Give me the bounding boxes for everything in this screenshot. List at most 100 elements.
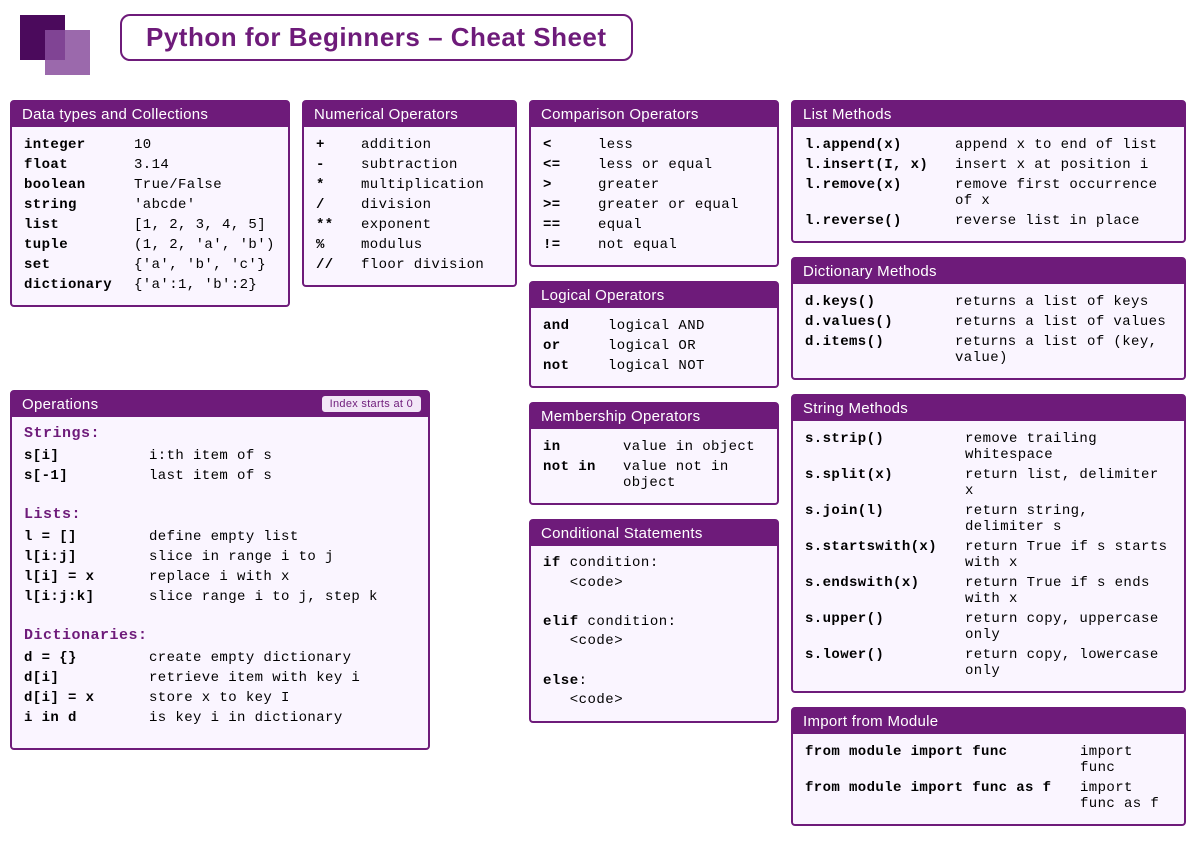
section-title: Strings: xyxy=(24,425,416,442)
row-key: or xyxy=(543,338,608,354)
logo-icon xyxy=(20,10,100,80)
table-row: l[i:j:k]slice range i to j, step k xyxy=(24,587,416,607)
table-row: >greater xyxy=(543,175,765,195)
row-value: return True if s ends with x xyxy=(965,575,1172,607)
table-row: d.items()returns a list of (key, value) xyxy=(805,332,1172,368)
row-key: ** xyxy=(316,217,361,233)
table-row: set{'a', 'b', 'c'} xyxy=(24,255,276,275)
table-row: l[i:j]slice in range i to j xyxy=(24,547,416,567)
row-value: retrieve item with key i xyxy=(149,670,416,686)
row-key: d[i] = x xyxy=(24,690,149,706)
card-memops: Membership Operators invalue in objectno… xyxy=(529,402,779,505)
row-key: <= xyxy=(543,157,598,173)
row-value: is key i in dictionary xyxy=(149,710,416,726)
table-row: //floor division xyxy=(316,255,503,275)
card-title: Operations xyxy=(22,396,98,413)
row-key: integer xyxy=(24,137,134,153)
row-key: >= xyxy=(543,197,598,213)
row-value: value in object xyxy=(623,439,765,455)
row-key: / xyxy=(316,197,361,213)
card-listmethods: List Methods l.append(x)append x to end … xyxy=(791,100,1186,243)
row-key: + xyxy=(316,137,361,153)
row-key: == xyxy=(543,217,598,233)
row-value: addition xyxy=(361,137,503,153)
row-value: return copy, uppercase only xyxy=(965,611,1172,643)
table-row: -subtraction xyxy=(316,155,503,175)
row-value: floor division xyxy=(361,257,503,273)
row-key: float xyxy=(24,157,134,173)
row-value: value not in object xyxy=(623,459,765,491)
table-row: <=less or equal xyxy=(543,155,765,175)
table-row: d.keys()returns a list of keys xyxy=(805,292,1172,312)
card-strmethods: String Methods s.strip()remove trailing … xyxy=(791,394,1186,693)
row-key: s.join(l) xyxy=(805,503,965,535)
row-key: string xyxy=(24,197,134,213)
row-value: returns a list of (key, value) xyxy=(955,334,1172,366)
row-key: < xyxy=(543,137,598,153)
card-cmpops: Comparison Operators <less <=less or equa… xyxy=(529,100,779,267)
row-key: not xyxy=(543,358,608,374)
row-key: tuple xyxy=(24,237,134,253)
card-header: Conditional Statements xyxy=(531,521,777,546)
table-row: integer10 xyxy=(24,135,276,155)
row-value: logical NOT xyxy=(608,358,765,374)
table-row: l = []define empty list xyxy=(24,527,416,547)
row-value: return list, delimiter x xyxy=(965,467,1172,499)
row-key: i in d xyxy=(24,710,149,726)
row-key: and xyxy=(543,318,608,334)
row-key: > xyxy=(543,177,598,193)
table-row: from module import func as fimport func … xyxy=(805,778,1172,814)
card-header: Import from Module xyxy=(793,709,1184,734)
row-key: in xyxy=(543,439,623,455)
row-value: exponent xyxy=(361,217,503,233)
row-value: remove first occurrence of x xyxy=(955,177,1172,209)
row-value: import func as f xyxy=(1080,780,1172,812)
row-value: logical AND xyxy=(608,318,765,334)
table-row: s.lower()return copy, lowercase only xyxy=(805,645,1172,681)
row-value: reverse list in place xyxy=(955,213,1172,229)
row-value: remove trailing whitespace xyxy=(965,431,1172,463)
card-header: Comparison Operators xyxy=(531,102,777,127)
card-header: Numerical Operators xyxy=(304,102,515,127)
table-row: invalue in object xyxy=(543,437,765,457)
table-row: l.append(x)append x to end of list xyxy=(805,135,1172,155)
row-value: slice range i to j, step k xyxy=(149,589,416,605)
row-key: s.endswith(x) xyxy=(805,575,965,607)
row-value: import func xyxy=(1080,744,1172,776)
row-key: boolean xyxy=(24,177,134,193)
card-header: String Methods xyxy=(793,396,1184,421)
row-value: returns a list of keys xyxy=(955,294,1172,310)
table-row: notlogical NOT xyxy=(543,356,765,376)
row-key: from module import func as f xyxy=(805,780,1080,812)
table-row: ==equal xyxy=(543,215,765,235)
row-key: d.values() xyxy=(805,314,955,330)
row-value: True/False xyxy=(134,177,276,193)
row-key: not in xyxy=(543,459,623,491)
row-key: set xyxy=(24,257,134,273)
row-value: 10 xyxy=(134,137,276,153)
row-value: append x to end of list xyxy=(955,137,1172,153)
table-row: s.startswith(x)return True if s starts w… xyxy=(805,537,1172,573)
table-row: l.remove(x)remove first occurrence of x xyxy=(805,175,1172,211)
row-key: s[-1] xyxy=(24,468,149,484)
row-value: return True if s starts with x xyxy=(965,539,1172,571)
row-value: subtraction xyxy=(361,157,503,173)
row-key: s.upper() xyxy=(805,611,965,643)
row-key: l[i:j:k] xyxy=(24,589,149,605)
card-import: Import from Module from module import fu… xyxy=(791,707,1186,826)
row-value: less xyxy=(598,137,765,153)
table-row: d = {}create empty dictionary xyxy=(24,648,416,668)
card-header: Membership Operators xyxy=(531,404,777,429)
card-header: Operations Index starts at 0 xyxy=(12,392,428,417)
table-row: d.values()returns a list of values xyxy=(805,312,1172,332)
row-key: l.append(x) xyxy=(805,137,955,153)
row-value: multiplication xyxy=(361,177,503,193)
table-row: *multiplication xyxy=(316,175,503,195)
table-row: **exponent xyxy=(316,215,503,235)
table-row: s.endswith(x)return True if s ends with … xyxy=(805,573,1172,609)
row-value: store x to key I xyxy=(149,690,416,706)
page-title: Python for Beginners – Cheat Sheet xyxy=(120,14,633,61)
table-row: tuple(1, 2, 'a', 'b') xyxy=(24,235,276,255)
row-value: last item of s xyxy=(149,468,416,484)
row-key: % xyxy=(316,237,361,253)
